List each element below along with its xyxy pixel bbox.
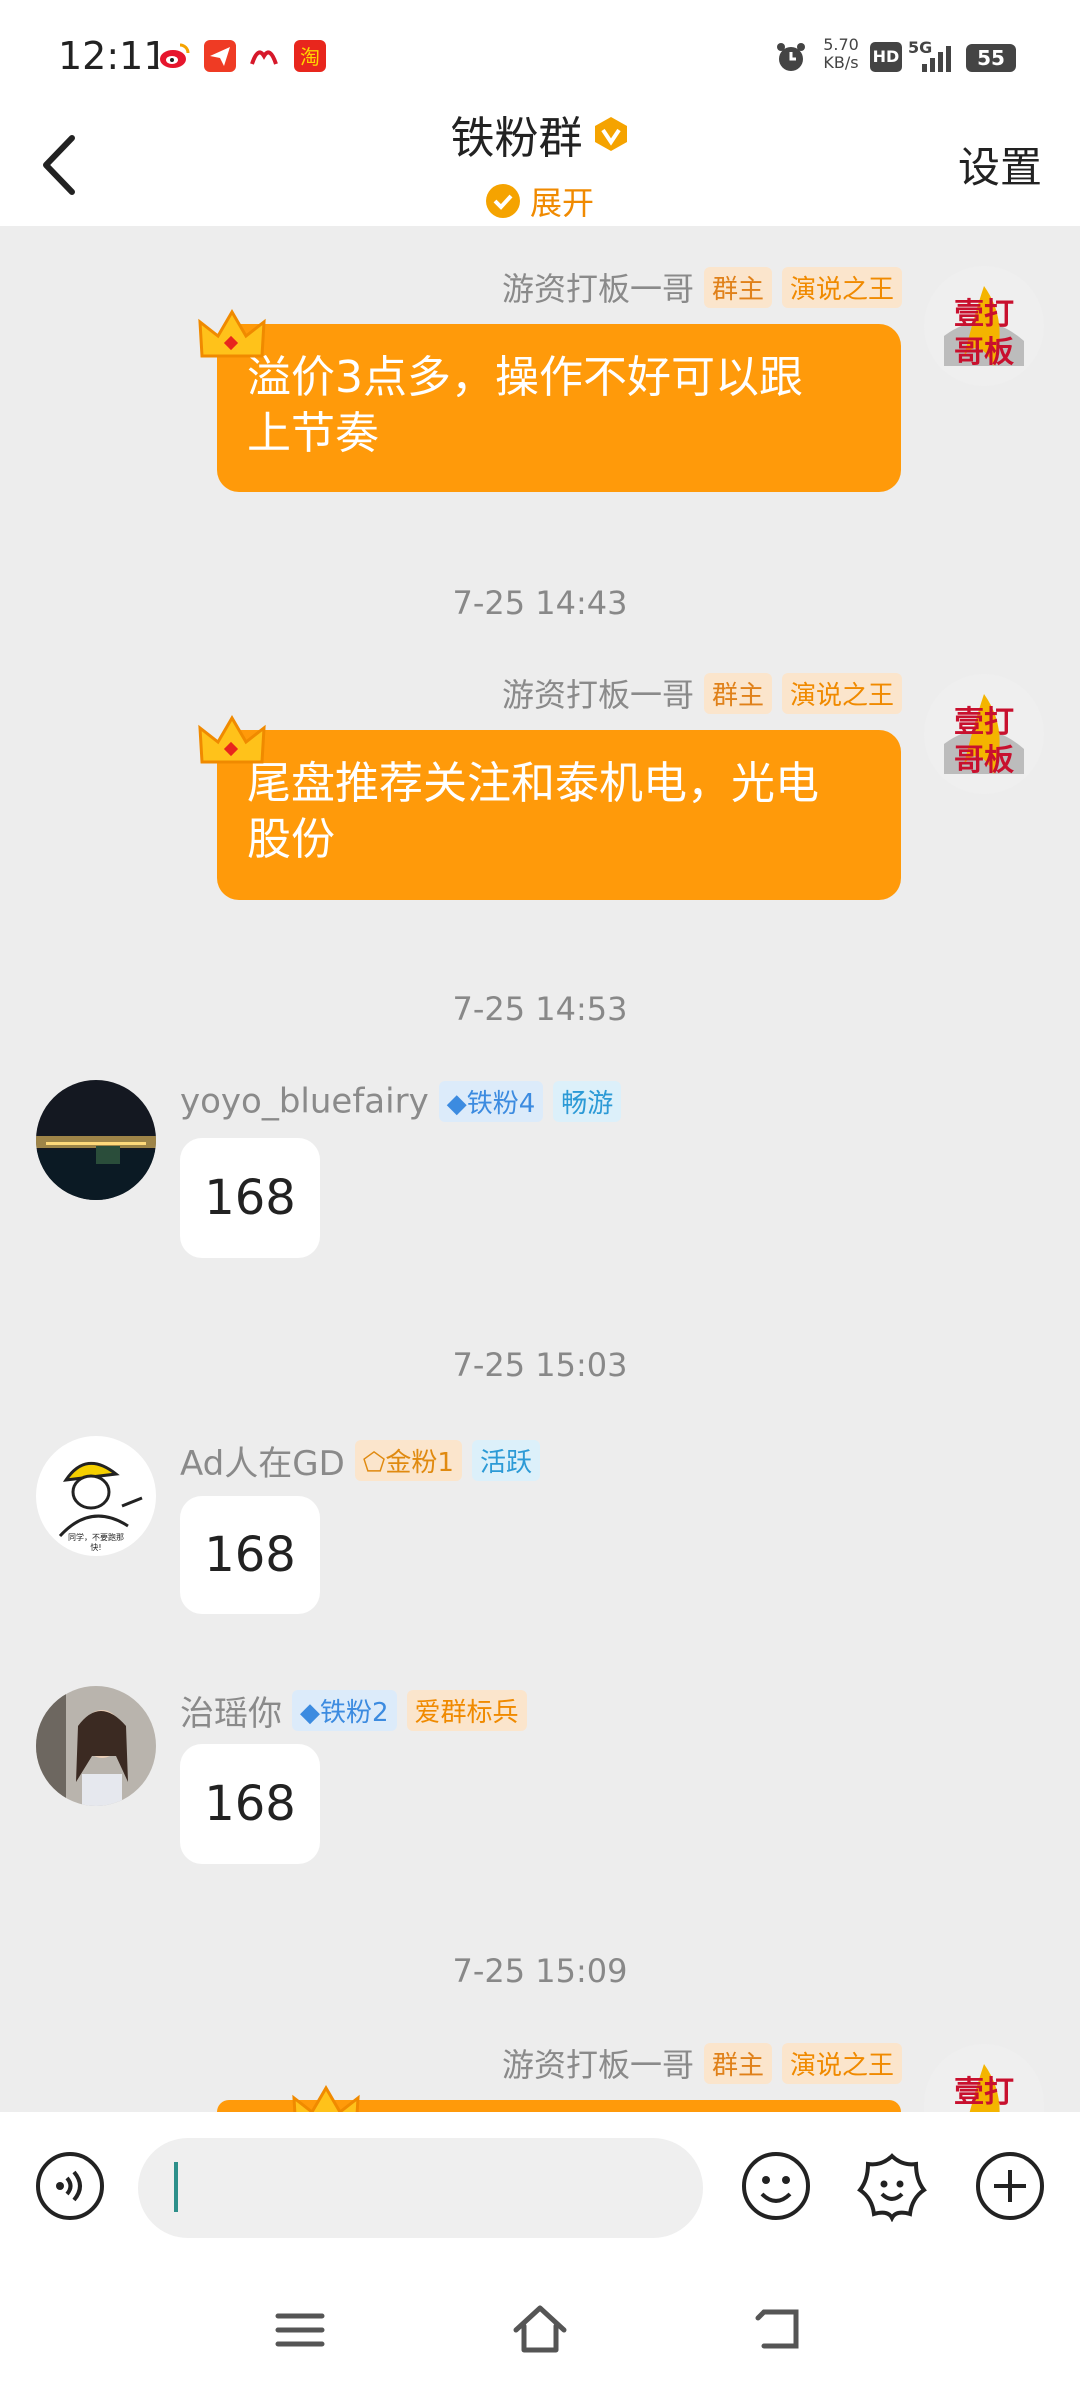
system-nav-bar (0, 2272, 1080, 2388)
plus-button[interactable] (974, 2150, 1046, 2222)
message-bubble[interactable]: 168 (180, 1138, 320, 1258)
alarm-icon (774, 40, 808, 74)
status-bar: 12:11 淘 5.70 KB/s HD 5G 55 (0, 0, 1080, 100)
diamond-icon: ◆ (446, 1089, 467, 1119)
crown-icon (196, 712, 268, 772)
weibo-app-icon (158, 40, 190, 72)
sender-name: yoyo_bluefairy (180, 1081, 429, 1122)
message-bubble[interactable]: 溢价3点多，操作不好可以跟 上节奏 (217, 324, 901, 492)
sender-name: 游资打板一哥 (501, 270, 694, 308)
svg-text:快!: 快! (90, 1542, 101, 1552)
sender-name: 治瑶你 (180, 1694, 282, 1734)
expand-button[interactable]: 展开 (0, 178, 1080, 224)
app-notification-icon (204, 40, 236, 72)
settings-button[interactable]: 设置 (958, 134, 1042, 195)
fan-level-tag: ◆铁粉4 (438, 1081, 544, 1122)
signal-icon: 5G (908, 38, 960, 76)
honor-tag: 演说之王 (781, 672, 902, 714)
sender-row: Ad人在GD ⬠金粉1 活跃 (180, 1436, 540, 1485)
taobao-app-icon: 淘 (294, 40, 326, 72)
owner-avatar[interactable]: 壹打 (924, 2044, 1044, 2112)
honor-tag: 演说之王 (781, 2042, 902, 2084)
voice-button[interactable] (34, 2150, 106, 2222)
sender-row: 游资打板一哥 群主 演说之王 (502, 670, 902, 716)
timestamp: 7-25 14:53 (452, 990, 628, 1028)
net-speed: 5.70 KB/s (823, 35, 859, 72)
honor-tag: 演说之王 (781, 266, 902, 308)
hd-icon: HD (870, 42, 902, 72)
gold-pentagon-icon: ⬠ (362, 1448, 386, 1478)
chat-header: 铁粉群 展开 设置 (0, 100, 1080, 226)
timestamp: 7-25 15:03 (452, 1346, 628, 1384)
title-area: 铁粉群 (0, 102, 1080, 166)
status-time: 12:11 (58, 34, 168, 78)
svg-text:壹打: 壹打 (954, 705, 1014, 740)
svg-text:壹打: 壹打 (954, 2075, 1014, 2110)
member-avatar[interactable] (36, 1080, 156, 1200)
sender-row: 治瑶你 ◆铁粉2 爱群标兵 (180, 1686, 527, 1735)
back-nav-icon[interactable] (750, 2300, 810, 2360)
check-circle-icon (485, 184, 520, 218)
svg-text:淘: 淘 (300, 45, 320, 69)
owner-avatar[interactable]: 壹打 哥板 (924, 674, 1044, 794)
activity-tag: 畅游 (553, 1081, 622, 1122)
sender-name: Ad人在GD (180, 1444, 345, 1484)
crown-icon (196, 306, 268, 366)
fan-level-tag: ◆铁粉2 (292, 1690, 397, 1731)
sender-row: 游资打板一哥 群主 演说之王 (502, 2040, 902, 2086)
bank-app-icon (248, 40, 280, 72)
timestamp: 7-25 15:09 (452, 1952, 628, 1990)
diamond-icon: ◆ (300, 1698, 320, 1728)
sticker-button[interactable] (856, 2150, 928, 2223)
message-bubble[interactable]: 尾盘推荐关注和泰机电，光电 股份 (217, 730, 901, 900)
member-avatar[interactable]: 同学，不要跑那 快! (36, 1436, 156, 1556)
svg-text:壹打: 壹打 (954, 297, 1014, 332)
home-icon[interactable] (510, 2300, 570, 2360)
svg-text:同学，不要跑那: 同学，不要跑那 (68, 1532, 124, 1542)
fan-level-tag: ⬠金粉1 (354, 1440, 462, 1481)
sender-name: 游资打板一哥 (501, 676, 694, 714)
battery-icon: 55 (966, 44, 1016, 72)
crown-icon (290, 2082, 362, 2112)
sender-name: 游资打板一哥 (501, 2046, 694, 2084)
sender-row: 游资打板一哥 群主 演说之王 (502, 264, 902, 310)
menu-icon[interactable] (270, 2300, 330, 2360)
message-input[interactable] (138, 2138, 703, 2238)
input-bar (0, 2112, 1080, 2272)
page-title: 铁粉群 (450, 113, 583, 164)
sender-row: yoyo_bluefairy ◆铁粉4 畅游 (180, 1080, 622, 1122)
member-avatar[interactable] (36, 1686, 156, 1806)
svg-text:哥板: 哥板 (954, 335, 1014, 370)
activity-tag: 活跃 (471, 1440, 540, 1481)
svg-text:哥板: 哥板 (954, 743, 1014, 778)
verified-badge-icon (592, 115, 630, 153)
timestamp: 7-25 14:43 (452, 584, 628, 622)
text-caret (174, 2162, 178, 2212)
owner-tag: 群主 (703, 266, 772, 308)
emoji-button[interactable] (740, 2150, 812, 2222)
owner-tag: 群主 (703, 672, 772, 714)
message-bubble[interactable]: 168 (180, 1744, 320, 1864)
activity-tag: 爱群标兵 (406, 1690, 527, 1731)
owner-avatar[interactable]: 壹打 哥板 (924, 266, 1044, 386)
owner-tag: 群主 (703, 2042, 772, 2084)
message-bubble[interactable]: 168 (180, 1496, 320, 1614)
